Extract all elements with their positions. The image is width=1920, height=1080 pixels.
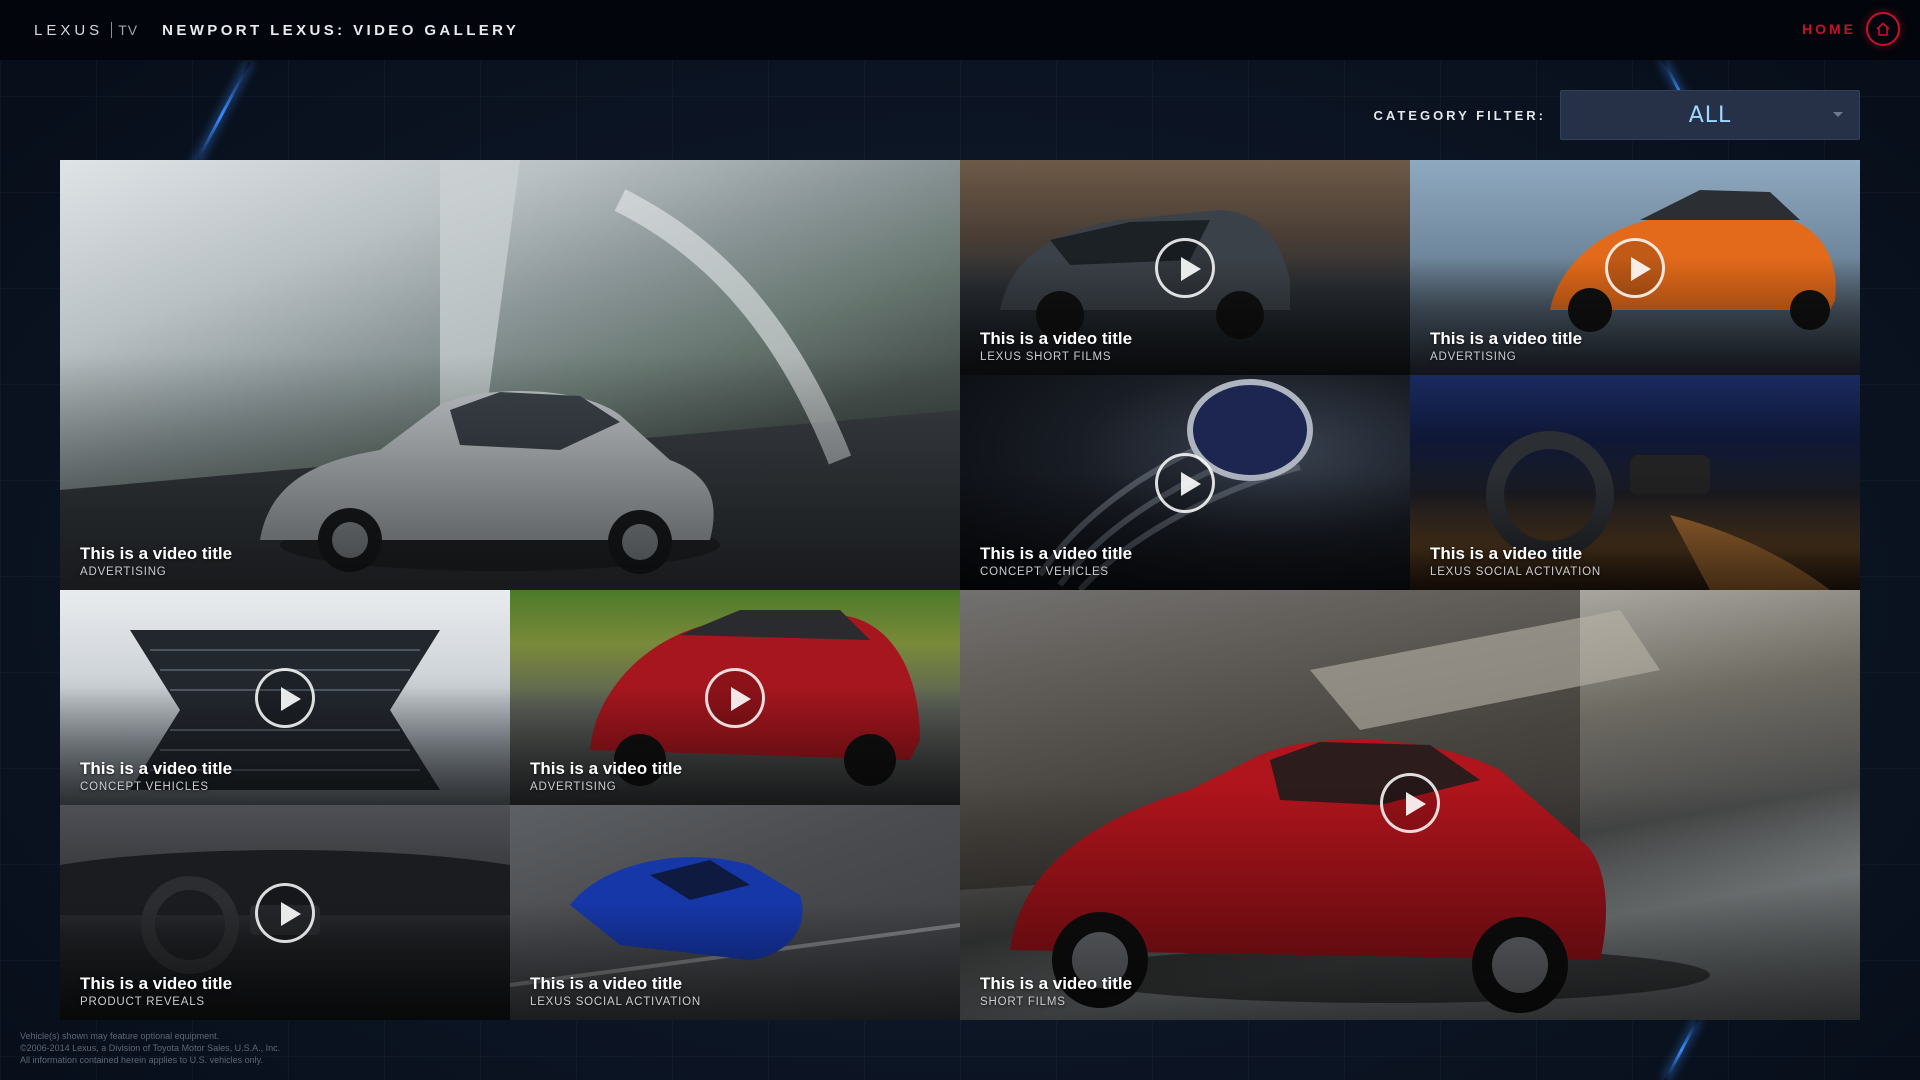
video-category: ADVERTISING	[80, 566, 167, 578]
video-tile[interactable]: This is a video title SHORT FILMS	[960, 590, 1860, 1020]
video-tile[interactable]: This is a video title CONCEPT VEHICLES	[60, 590, 510, 805]
legal-line: Vehicle(s) shown may feature optional eq…	[20, 1031, 220, 1041]
category-filter: CATEGORY FILTER: ALL	[1374, 90, 1860, 140]
video-caption: This is a video title CONCEPT VEHICLES	[980, 544, 1132, 578]
video-caption: This is a video title LEXUS SHORT FILMS	[980, 329, 1132, 363]
page-title: NEWPORT LEXUS: VIDEO GALLERY	[162, 21, 520, 39]
video-tile[interactable]: This is a video title ADVERTISING	[60, 160, 960, 590]
category-filter-label: CATEGORY FILTER:	[1373, 107, 1546, 123]
video-caption: This is a video title LEXUS SOCIAL ACTIV…	[530, 974, 701, 1008]
home-label: HOME	[1802, 21, 1856, 37]
video-title: This is a video title	[530, 974, 683, 993]
video-tile[interactable]: This is a video title ADVERTISING	[1410, 160, 1860, 375]
video-category: LEXUS SOCIAL ACTIVATION	[1430, 566, 1601, 578]
video-category: LEXUS SOCIAL ACTIVATION	[530, 996, 701, 1008]
video-category: ADVERTISING	[1430, 351, 1517, 363]
play-icon	[255, 882, 315, 943]
video-title: This is a video title	[80, 544, 233, 563]
play-icon	[1605, 237, 1665, 298]
category-filter-value: ALL	[1688, 102, 1732, 128]
play-icon	[1155, 452, 1215, 513]
video-caption: This is a video title ADVERTISING	[80, 544, 232, 578]
play-icon	[255, 667, 315, 728]
video-caption: This is a video title ADVERTISING	[1430, 329, 1582, 363]
top-bar: LEXUS TV NEWPORT LEXUS: VIDEO GALLERY HO…	[0, 0, 1920, 60]
legal-line: All information contained herein applies…	[20, 1055, 263, 1065]
video-tile[interactable]: This is a video title ADVERTISING	[510, 590, 960, 805]
video-category: CONCEPT VEHICLES	[80, 781, 209, 793]
video-tile[interactable]: This is a video title LEXUS SOCIAL ACTIV…	[510, 805, 960, 1020]
video-category: CONCEPT VEHICLES	[980, 566, 1109, 578]
house-icon	[1866, 12, 1900, 46]
play-icon	[1380, 773, 1440, 833]
video-title: This is a video title	[530, 759, 683, 778]
video-caption: This is a video title CONCEPT VEHICLES	[80, 759, 232, 793]
video-title: This is a video title	[1430, 329, 1583, 348]
play-icon	[705, 667, 765, 728]
category-filter-select[interactable]: ALL	[1560, 90, 1860, 140]
video-category: ADVERTISING	[530, 781, 617, 793]
video-gallery-grid: This is a video title ADVERTISING This i…	[60, 160, 1860, 1020]
video-caption: This is a video title SHORT FILMS	[980, 974, 1132, 1008]
video-title: This is a video title	[980, 329, 1133, 348]
video-title: This is a video title	[80, 974, 233, 993]
legal-disclaimer: Vehicle(s) shown may feature optional eq…	[20, 1030, 280, 1066]
lexus-tv-logo: LEXUS TV	[34, 22, 138, 39]
video-caption: This is a video title ADVERTISING	[530, 759, 682, 793]
video-tile[interactable]: This is a video title LEXUS SOCIAL ACTIV…	[1410, 375, 1860, 590]
logo-divider	[111, 22, 113, 38]
video-title: This is a video title	[80, 759, 233, 778]
video-tile[interactable]: This is a video title CONCEPT VEHICLES	[960, 375, 1410, 590]
video-category: LEXUS SHORT FILMS	[980, 351, 1112, 363]
home-button[interactable]: HOME	[1802, 12, 1900, 46]
video-tile[interactable]: This is a video title PRODUCT REVEALS	[60, 805, 510, 1020]
logo-wordmark: LEXUS	[34, 21, 104, 39]
legal-line: ©2006-2014 Lexus, a Division of Toyota M…	[20, 1043, 281, 1053]
video-title: This is a video title	[980, 544, 1133, 563]
video-category: SHORT FILMS	[980, 996, 1066, 1008]
play-icon	[1155, 237, 1215, 298]
video-title: This is a video title	[980, 974, 1133, 993]
chevron-down-icon	[1833, 112, 1843, 117]
video-category: PRODUCT REVEALS	[80, 996, 205, 1008]
video-caption: This is a video title PRODUCT REVEALS	[80, 974, 232, 1008]
video-title: This is a video title	[1430, 544, 1583, 563]
video-caption: This is a video title LEXUS SOCIAL ACTIV…	[1430, 544, 1601, 578]
logo-tv: TV	[118, 22, 139, 38]
video-tile[interactable]: This is a video title LEXUS SHORT FILMS	[960, 160, 1410, 375]
